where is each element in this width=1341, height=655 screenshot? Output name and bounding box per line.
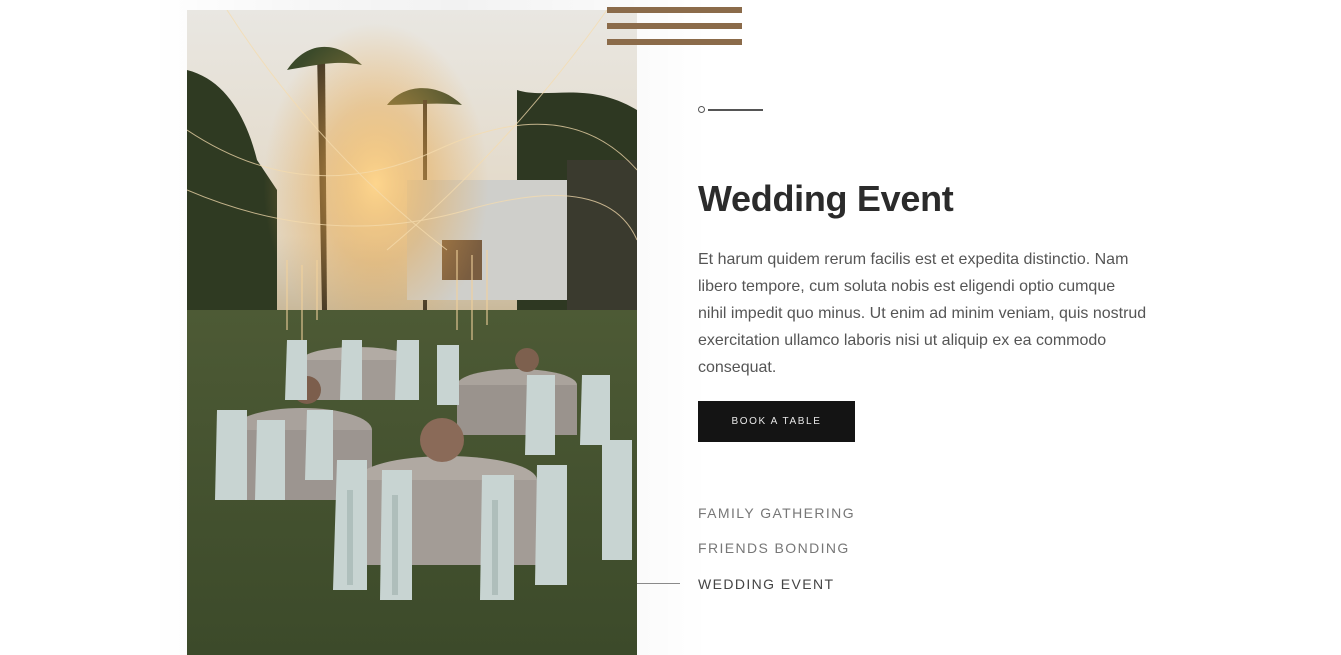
section-description: Et harum quidem rerum facilis est et exp… — [698, 251, 1147, 376]
stripe — [607, 23, 742, 29]
tab-friends-bonding[interactable]: FRIENDS BONDING — [698, 540, 850, 556]
tab-family-gathering[interactable]: FAMILY GATHERING — [698, 505, 855, 521]
circle-icon — [698, 106, 705, 113]
book-table-button[interactable]: BOOK A TABLE — [698, 401, 855, 442]
indicator-line — [708, 108, 763, 111]
section-title: Wedding Event — [698, 178, 954, 219]
stripe — [607, 39, 742, 45]
stripe — [607, 7, 742, 13]
active-tab-line — [637, 583, 680, 584]
circle-line-indicator — [698, 106, 763, 113]
wedding-photo — [187, 10, 637, 655]
tab-wedding-event[interactable]: WEDDING EVENT — [698, 576, 834, 592]
stripes-decoration — [607, 7, 742, 55]
